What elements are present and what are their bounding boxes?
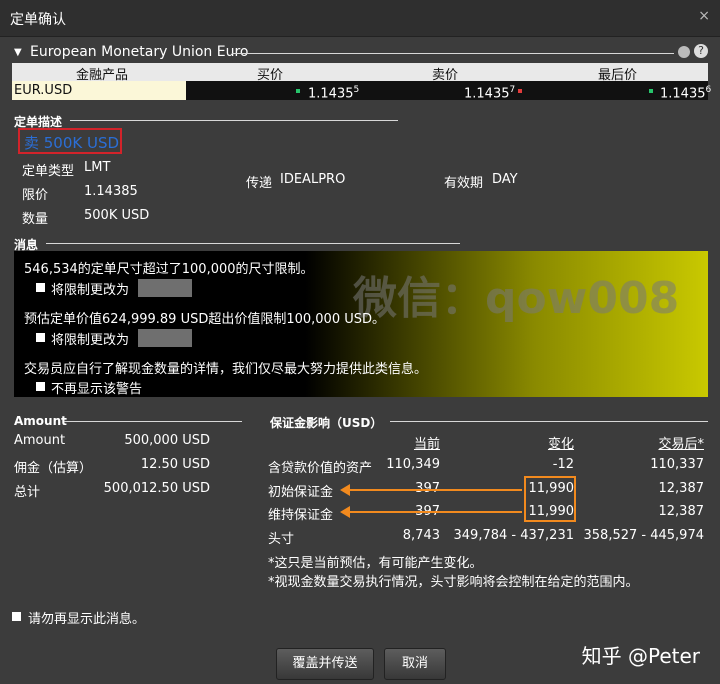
no-warning-label: 不再显示该警告	[51, 382, 143, 397]
quantity-label: 数量	[22, 212, 49, 227]
help-icon[interactable]: ?	[694, 44, 708, 58]
change-size-limit-checkbox[interactable]	[36, 283, 45, 292]
divider-line	[390, 421, 708, 422]
close-icon[interactable]: ×	[698, 8, 710, 24]
bid-up-icon	[296, 89, 300, 93]
commission-label: 佣金（估算）	[14, 461, 93, 476]
divider-line	[70, 120, 398, 121]
route-value: IDEALPRO	[280, 172, 346, 187]
amount-value: 500,000 USD	[124, 433, 210, 448]
change-value-limit-label: 将限制更改为	[51, 333, 130, 348]
order-type-label: 定单类型	[22, 164, 75, 179]
value-limit-input[interactable]	[138, 329, 192, 347]
dont-show-again-checkbox[interactable]	[12, 612, 21, 621]
dont-show-again-label: 请勿再显示此消息。	[28, 612, 146, 627]
message-size-limit: 546,534的定单尺寸超过了100,000的尺寸限制。	[24, 262, 314, 277]
commission-value: 12.50 USD	[140, 457, 210, 472]
equity-current: 110,349	[386, 457, 440, 472]
bid-price: 1.14355	[308, 85, 360, 102]
position-change: 349,784 - 437,231	[453, 528, 574, 543]
collapse-triangle-icon[interactable]: ▼	[14, 47, 22, 58]
zhihu-watermark: 知乎 @Peter	[581, 644, 700, 668]
ask-down-icon	[518, 89, 522, 93]
window-title: 定单确认	[10, 12, 66, 28]
message-value-limit: 预估定单价值624,999.89 USD超出价值限制100,000 USD。	[24, 312, 386, 327]
watermark-text: 微信：qow008	[353, 273, 680, 324]
margin-col-after: 交易后*	[658, 437, 704, 452]
initial-margin-label: 初始保证金	[268, 485, 334, 500]
order-side-summary: 卖 500K USD	[18, 128, 122, 154]
highlight-box	[524, 476, 576, 522]
quote-row[interactable]: EUR.USD 1.14355 1.14357 1.14356	[12, 81, 712, 102]
change-size-limit-label: 将限制更改为	[51, 283, 130, 298]
change-value-limit-checkbox[interactable]	[36, 333, 45, 342]
ask-price: 1.14357	[464, 85, 516, 102]
position-label: 头寸	[268, 532, 295, 547]
instrument-name: European Monetary Union Euro	[30, 44, 249, 60]
maintenance-margin-label: 维持保证金	[268, 508, 334, 523]
amount-section-title: Amount	[14, 414, 67, 428]
order-type-value: LMT	[84, 160, 111, 175]
limit-price-value: 1.14385	[84, 184, 138, 199]
amount-label: Amount	[14, 433, 66, 448]
lock-icon[interactable]	[678, 46, 690, 58]
equity-after: 110,337	[650, 457, 704, 472]
position-note: *视现金数量交易执行情况，头寸影响将会控制在给定的范围内。	[268, 575, 639, 590]
total-label: 总计	[14, 485, 41, 500]
annotation-arrow	[340, 506, 522, 518]
total-value: 500,012.50 USD	[103, 481, 210, 496]
quantity-value: 500K USD	[84, 208, 150, 223]
no-warning-checkbox[interactable]	[36, 382, 45, 391]
route-label: 传递	[246, 176, 273, 191]
last-price: 1.14356	[660, 85, 712, 102]
message-cash-notice: 交易员应自行了解现金数量的详情，我们仅尽最大努力提供此类信息。	[24, 362, 428, 377]
estimate-note: *这只是当前预估，有可能产生变化。	[268, 556, 483, 571]
position-current: 8,743	[402, 528, 440, 543]
divider-line	[232, 53, 674, 54]
quote-table-header: 金融产品 买价 卖价 最后价	[12, 63, 708, 83]
annotation-arrow	[340, 484, 522, 496]
equity-label: 含贷款价值的资产	[268, 461, 373, 476]
maintenance-margin-after: 12,387	[658, 504, 705, 519]
tif-value: DAY	[492, 172, 518, 187]
divider-line	[64, 421, 242, 422]
title-bar: 定单确认 ×	[0, 0, 720, 37]
initial-margin-after: 12,387	[658, 481, 705, 496]
size-limit-input[interactable]	[138, 279, 192, 297]
cancel-button[interactable]: 取消	[384, 648, 446, 680]
limit-price-label: 限价	[22, 188, 49, 203]
margin-section-title: 保证金影响（USD）	[270, 416, 383, 430]
last-up-icon	[649, 89, 653, 93]
tif-label: 有效期	[444, 176, 484, 191]
margin-col-current: 当前	[413, 437, 440, 452]
divider-line	[46, 243, 460, 244]
override-and-transmit-button[interactable]: 覆盖并传送	[276, 648, 374, 680]
position-after: 358,527 - 445,974	[583, 528, 704, 543]
equity-change: -12	[552, 457, 574, 472]
margin-col-change: 变化	[547, 437, 574, 452]
symbol-cell[interactable]: EUR.USD	[12, 81, 186, 100]
